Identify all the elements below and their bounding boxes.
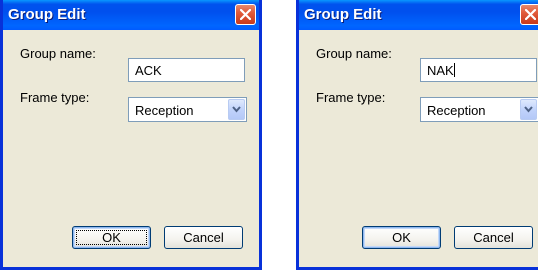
dialog-title: Group Edit (304, 6, 382, 23)
title-bar[interactable]: Group Edit (3, 0, 259, 30)
frame-type-label: Frame type: (20, 90, 90, 105)
group-name-field[interactable]: NAK (420, 58, 537, 82)
frame-type-value: Reception (427, 103, 486, 118)
group-name-value: ACK (135, 63, 162, 78)
close-button[interactable] (520, 4, 538, 25)
frame-type-label: Frame type: (316, 90, 386, 105)
close-icon (525, 9, 536, 20)
text-caret (453, 63, 455, 77)
frame-type-select[interactable]: Reception (128, 97, 247, 122)
group-name-value: NAK (427, 63, 454, 78)
frame-type-value: Reception (135, 103, 194, 118)
group-name-label: Group name: (316, 46, 392, 61)
dialog-title: Group Edit (8, 6, 86, 23)
cancel-button[interactable]: Cancel (164, 226, 243, 249)
group-name-field[interactable]: ACK (128, 58, 245, 82)
group-name-label: Group name: (20, 46, 96, 61)
dropdown-button[interactable] (228, 99, 245, 120)
chevron-down-icon (524, 106, 533, 113)
dropdown-button[interactable] (520, 99, 537, 120)
close-button[interactable] (235, 4, 256, 25)
cancel-button[interactable]: Cancel (454, 226, 533, 249)
group-edit-dialog-ack: Group Edit Group name: ACK Frame type: R… (0, 0, 262, 270)
ok-button[interactable]: OK (362, 226, 441, 249)
title-bar[interactable]: Group Edit (299, 0, 538, 30)
close-icon (240, 9, 251, 20)
chevron-down-icon (232, 106, 241, 113)
group-edit-dialog-nak: Group Edit Group name: NAK Frame type: R… (296, 0, 538, 270)
frame-type-select[interactable]: Reception (420, 97, 538, 122)
ok-button[interactable]: OK (72, 226, 151, 249)
